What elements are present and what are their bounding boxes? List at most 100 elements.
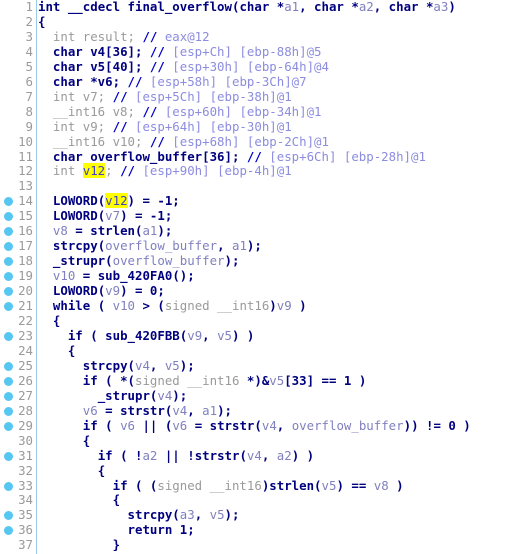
code-token-kw[interactable]: while bbox=[53, 298, 90, 313]
code-token-arg[interactable]: a3 bbox=[433, 0, 448, 14]
code-token-punc[interactable]: )) != 0 ) bbox=[404, 418, 471, 433]
code-token-punc[interactable]: , bbox=[262, 448, 277, 463]
code-token-var[interactable]: v5 bbox=[165, 358, 180, 373]
code-token-arg[interactable]: a1 bbox=[284, 0, 299, 14]
code-line[interactable]: 29 if ( v6 || (v6 = strstr(v4, overflow_… bbox=[0, 418, 516, 434]
code-token-punc[interactable]: { bbox=[98, 463, 105, 478]
code-token-var[interactable]: overflow_buffer bbox=[105, 238, 217, 253]
code-token-cmt[interactable]: [esp+90h] [ebp-4h]@1 bbox=[142, 163, 291, 179]
code-token-punc[interactable]: , bbox=[195, 507, 210, 522]
code-token-punc[interactable]: , bbox=[299, 0, 314, 14]
code-token-punc[interactable]: ( bbox=[314, 478, 321, 493]
code-token-punc[interactable]: ( bbox=[105, 253, 112, 268]
code-line-source[interactable]: { bbox=[38, 313, 60, 329]
code-token-kw[interactable]: char bbox=[314, 0, 344, 14]
code-token-arg[interactable]: a2 bbox=[359, 0, 374, 14]
code-token-punc[interactable]: || ! bbox=[157, 448, 195, 463]
code-token-fn[interactable]: sub_420FA0 bbox=[98, 268, 173, 283]
code-token-var[interactable]: v4 bbox=[247, 448, 262, 463]
code-line[interactable]: 7 int v7; // [esp+5Ch] [ebp-38h]@1 bbox=[0, 89, 516, 105]
code-line-source[interactable]: strcpy(a3, v5); bbox=[38, 507, 240, 523]
code-token-cmt-slash[interactable]: // bbox=[113, 119, 135, 134]
code-line[interactable]: 35 strcpy(a3, v5); bbox=[0, 507, 516, 523]
code-token-punc[interactable]: , bbox=[277, 418, 292, 433]
code-line[interactable]: 14 LOWORD(v12) = -1; bbox=[0, 193, 516, 209]
code-token-punc[interactable]: ( bbox=[254, 418, 261, 433]
code-token-cmt-slash[interactable]: // bbox=[247, 149, 269, 164]
code-line[interactable]: 24 { bbox=[0, 343, 516, 359]
code-token-kw[interactable]: char bbox=[389, 0, 419, 14]
code-line-source[interactable]: LOWORD(v9) = 0; bbox=[38, 283, 165, 299]
code-token-arg[interactable]: a1 bbox=[232, 238, 247, 253]
code-line-source[interactable]: LOWORD(v7) = -1; bbox=[38, 208, 172, 224]
code-token-plain[interactable]: overflow_buffer[36]; bbox=[83, 149, 247, 164]
code-token-plain[interactable]: v4[36]; bbox=[83, 44, 150, 59]
code-token-cmt-slash[interactable]: // bbox=[120, 163, 142, 179]
code-token-punc[interactable]: ) = -1; bbox=[120, 208, 172, 223]
code-token-punc[interactable]: ) = -1; bbox=[128, 193, 180, 208]
code-token-gray[interactable]: int v7; bbox=[53, 89, 113, 104]
code-token-punc[interactable]: ( bbox=[172, 507, 179, 522]
code-token-kw[interactable]: if bbox=[83, 418, 98, 433]
code-line-source[interactable]: int v9; // [esp+64h] [ebp-30h]@1 bbox=[38, 119, 292, 135]
code-token-punc[interactable]: { bbox=[83, 433, 90, 448]
code-token-punc[interactable]: = bbox=[187, 418, 209, 433]
code-line-source[interactable]: strcpy(overflow_buffer, a1); bbox=[38, 238, 262, 254]
code-token-fn[interactable]: strlen bbox=[269, 478, 314, 493]
code-line-source[interactable]: while ( v10 > (signed __int16)v9 ) bbox=[38, 298, 307, 314]
code-token-cmt-slash[interactable]: // bbox=[113, 89, 135, 104]
code-token-punc[interactable]: ); bbox=[217, 403, 232, 418]
code-token-var[interactable]: v6 bbox=[120, 418, 135, 433]
code-token-cmt[interactable]: [esp+30h] [ebp-64h]@4 bbox=[172, 59, 329, 74]
code-token-arg[interactable]: a2 bbox=[142, 448, 157, 463]
code-token-plain[interactable]: * bbox=[344, 0, 358, 14]
code-token-punc[interactable]: 1; bbox=[172, 522, 195, 537]
code-token-var[interactable]: overflow_buffer bbox=[113, 253, 225, 268]
code-line[interactable]: 4 char v4[36]; // [esp+Ch] [ebp-88h]@5 bbox=[0, 44, 516, 60]
code-line[interactable]: 37 } bbox=[0, 537, 516, 553]
code-token-punc[interactable]: } bbox=[113, 537, 120, 552]
code-token-kw[interactable]: if bbox=[98, 448, 113, 463]
code-token-kw[interactable]: if bbox=[83, 373, 98, 388]
code-token-punc[interactable]: { bbox=[53, 313, 60, 328]
code-line[interactable]: 6 char *v6; // [esp+58h] [ebp-3Ch]@7 bbox=[0, 74, 516, 90]
code-token-cmt-slash[interactable]: // bbox=[142, 104, 164, 119]
code-token-fn[interactable]: strstr bbox=[120, 403, 165, 418]
code-token-plain[interactable]: __cdecl bbox=[60, 0, 127, 14]
code-token-punc[interactable]: ( bbox=[90, 298, 112, 313]
code-line[interactable]: 11 char overflow_buffer[36]; // [esp+6Ch… bbox=[0, 149, 516, 165]
code-token-kw[interactable]: if bbox=[113, 478, 128, 493]
code-line-source[interactable]: if ( sub_420FBB(v9, v5) ) bbox=[38, 328, 255, 344]
code-token-punc[interactable]: , bbox=[374, 0, 389, 14]
code-token-punc[interactable]: ); bbox=[172, 388, 187, 403]
code-token-cmt[interactable]: [esp+68h] [ebp-2Ch]@1 bbox=[172, 134, 329, 149]
code-line-source[interactable]: LOWORD(v12) = -1; bbox=[38, 193, 180, 209]
code-token-punc[interactable]: ( bbox=[239, 448, 246, 463]
code-token-var[interactable]: v4 bbox=[172, 403, 187, 418]
code-token-fn[interactable]: LOWORD bbox=[53, 283, 98, 298]
code-token-fn[interactable]: sub_420FBB bbox=[105, 328, 180, 343]
code-line-source[interactable]: { bbox=[38, 492, 120, 508]
code-token-arg[interactable]: a1 bbox=[202, 403, 217, 418]
code-line[interactable]: 18 _strupr(overflow_buffer); bbox=[0, 253, 516, 269]
code-line-source[interactable]: char v5[40]; // [esp+30h] [ebp-64h]@4 bbox=[38, 59, 329, 75]
code-token-plain[interactable]: * bbox=[269, 0, 284, 14]
code-line-source[interactable]: return 1; bbox=[38, 522, 195, 538]
code-line[interactable]: 17 strcpy(overflow_buffer, a1); bbox=[0, 238, 516, 254]
code-line-source[interactable]: char *v6; // [esp+58h] [ebp-3Ch]@7 bbox=[38, 74, 307, 90]
code-token-punc[interactable]: ); bbox=[225, 253, 240, 268]
code-token-punc[interactable]: ) ) bbox=[232, 328, 254, 343]
code-line-source[interactable]: { bbox=[38, 463, 105, 479]
code-token-punc[interactable]: , bbox=[202, 328, 217, 343]
code-token-arg[interactable]: a1 bbox=[142, 223, 157, 238]
code-token-fn[interactable]: LOWORD bbox=[53, 193, 98, 208]
code-token-punc[interactable]: ) = 0; bbox=[120, 283, 165, 298]
pseudocode-code-view[interactable]: 1 int __cdecl final_overflow(char *a1, ch… bbox=[0, 0, 516, 554]
code-token-kw[interactable]: int bbox=[38, 0, 60, 14]
code-line-source[interactable]: if ( *(signed __int16 *)&v5[33] == 1 ) bbox=[38, 373, 367, 389]
code-token-gray[interactable]: signed __int16 bbox=[165, 298, 269, 313]
code-token-punc[interactable]: ); bbox=[247, 238, 262, 253]
code-token-cmt-slash[interactable]: // bbox=[128, 74, 150, 89]
code-token-gray[interactable]: ; bbox=[128, 29, 143, 44]
code-line[interactable]: 34 { bbox=[0, 492, 516, 508]
